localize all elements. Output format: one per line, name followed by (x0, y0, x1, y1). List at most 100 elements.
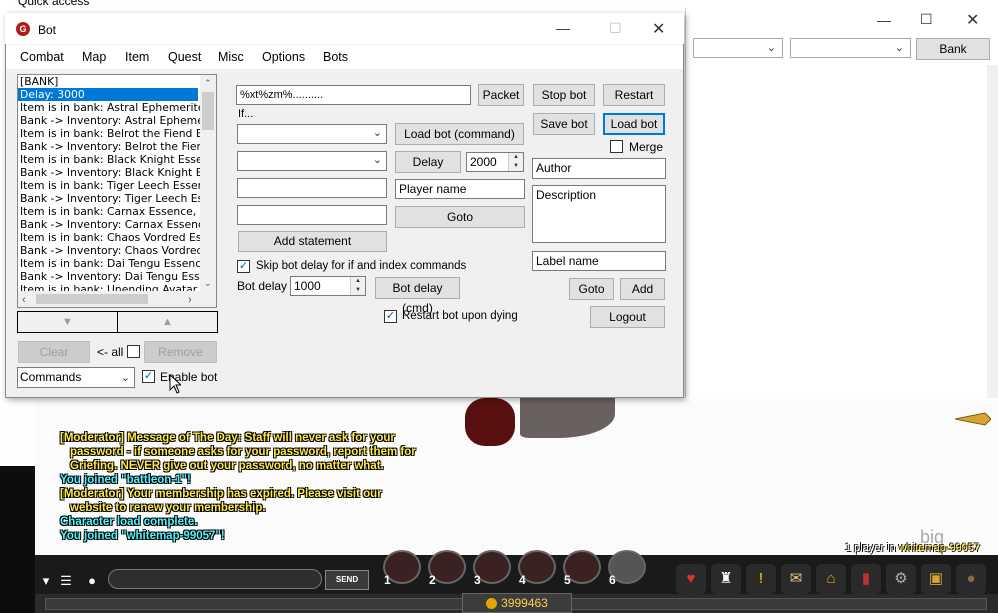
delay-spinner[interactable]: 2000 ▲ ▼ (466, 152, 524, 172)
player-name-field[interactable]: Player name (395, 179, 525, 199)
load-bot-command-button[interactable]: Load bot (command) (395, 123, 524, 145)
spin-up-icon[interactable]: ▲ (351, 277, 365, 286)
bg-maximize-icon[interactable]: ☐ (920, 11, 933, 28)
list-item[interactable]: Bank -> Inventory: Astral Ephemerite (18, 114, 216, 127)
logout-button[interactable]: Logout (590, 306, 665, 328)
add-statement-button[interactable]: Add statement (238, 231, 387, 252)
command-list[interactable]: [BANK] Delay: 3000 Item is in bank: Astr… (17, 74, 217, 308)
spinner-arrows[interactable]: ▲ ▼ (350, 277, 365, 295)
chat-line: [Moderator] Your membership has expired.… (60, 488, 382, 500)
restart-button[interactable]: Restart (603, 84, 665, 106)
bot-title-bar[interactable] (5, 13, 684, 44)
restart-dying-label[interactable]: Restart bot upon dying (402, 310, 518, 322)
skip-delay-label[interactable]: Skip bot delay for if and index commands (256, 260, 466, 272)
bg-select-2[interactable]: ⌄ (790, 38, 911, 58)
merge-label[interactable]: Merge (629, 140, 663, 154)
send-button[interactable]: SEND (325, 570, 369, 590)
load-bot-button[interactable]: Load bot (603, 113, 665, 135)
save-bot-button[interactable]: Save bot (533, 113, 595, 135)
gear-icon[interactable]: ⚙ (886, 564, 916, 594)
commands-select[interactable]: Commands ⌄ (17, 367, 135, 388)
list-item[interactable]: [BANK] (18, 75, 216, 88)
list-item[interactable]: Bank -> Inventory: Carnax Essence (18, 218, 216, 231)
menu-item[interactable]: Item (125, 50, 149, 64)
caret-down-icon[interactable]: ▾ (36, 571, 56, 591)
scroll-down-icon[interactable]: ⌄ (204, 278, 212, 289)
menu-map[interactable]: Map (82, 50, 106, 64)
list-item[interactable]: Bank -> Inventory: Tiger Leech Esse (18, 192, 216, 205)
restart-dying-checkbox[interactable]: ✓ (384, 310, 397, 323)
minimize-icon[interactable]: — (556, 20, 570, 36)
scroll-left-icon[interactable]: ‹ (22, 294, 26, 306)
move-up-button[interactable]: ▲ (117, 311, 218, 333)
merge-checkbox[interactable] (610, 140, 623, 153)
bank-button[interactable]: Bank (916, 38, 990, 60)
spin-down-icon[interactable]: ▼ (351, 286, 365, 295)
statement-arg-2[interactable] (237, 205, 387, 225)
packet-input[interactable]: %xt%zm%.......... (236, 85, 471, 105)
list-item[interactable]: Item is in bank: Tiger Leech Essence (18, 179, 216, 192)
list-item[interactable]: Bank -> Inventory: Chaos Vordred (18, 244, 216, 257)
list-item[interactable]: Item is in bank: Dai Tengu Essence, (18, 257, 216, 270)
bot-delay-spinner[interactable]: 1000 ▲ ▼ (290, 276, 366, 296)
quick-access-label[interactable]: Quick access (18, 0, 89, 8)
menu-bots[interactable]: Bots (323, 50, 348, 64)
goto-label-button[interactable]: Goto (569, 278, 614, 300)
scroll-right-icon[interactable]: › (188, 294, 192, 306)
list-item[interactable]: Item is in bank: Chaos Vordred Esse (18, 231, 216, 244)
list-item-selected[interactable]: Delay: 3000 (18, 88, 198, 101)
list-scroll-thumb[interactable] (202, 92, 214, 130)
bg-close-icon[interactable]: ✕ (966, 10, 979, 30)
author-field[interactable]: Author (532, 158, 666, 179)
bg-minimize-icon[interactable]: — (877, 12, 891, 28)
list-item[interactable]: Item is in bank: Astral Ephemerite Es (18, 101, 216, 114)
bag-icon[interactable]: ● (956, 564, 986, 594)
add-label-button[interactable]: Add (620, 278, 665, 300)
menu-quest[interactable]: Quest (168, 50, 201, 64)
house-icon[interactable]: ⌂ (816, 564, 846, 594)
chevron-down-icon: ⌄ (372, 127, 382, 139)
enable-bot-checkbox[interactable]: ✓ (142, 370, 155, 383)
book-icon[interactable]: ▮ (851, 564, 881, 594)
statement-select[interactable]: ⌄ (237, 151, 387, 171)
next-area-arrow-icon[interactable] (955, 412, 991, 426)
spin-up-icon[interactable]: ▲ (509, 153, 523, 162)
menu-combat[interactable]: Combat (20, 50, 64, 64)
armor-icon[interactable]: ♜ (711, 564, 741, 594)
list-item[interactable]: Bank -> Inventory: Black Knight Ess (18, 166, 216, 179)
move-down-button[interactable]: ▼ (17, 311, 118, 333)
label-name-field[interactable]: Label name (532, 251, 666, 271)
list-item[interactable]: Item is in bank: Carnax Essence, * (18, 205, 216, 218)
spinner-arrows[interactable]: ▲ ▼ (508, 153, 523, 171)
scroll-up-icon[interactable]: ⌃ (204, 78, 212, 89)
skip-delay-checkbox[interactable]: ✓ (237, 260, 250, 273)
quest-alert-icon[interactable]: ! (746, 564, 776, 594)
bg-select-1[interactable]: ⌄ (693, 38, 783, 58)
if-condition-select[interactable]: ⌄ (237, 124, 387, 144)
delay-button[interactable]: Delay (395, 151, 461, 173)
chest-icon[interactable]: ▣ (921, 564, 951, 594)
menu-icon[interactable]: ☰ (56, 571, 76, 591)
list-hscroll-thumb[interactable] (36, 294, 148, 304)
chat-bubble-icon[interactable]: ● (82, 571, 102, 591)
heart-icon[interactable]: ♥ (676, 564, 706, 594)
packet-button[interactable]: Packet (478, 84, 524, 106)
scroll-icon[interactable]: ✉ (781, 564, 811, 594)
list-item[interactable]: Bank -> Inventory: Dai Tengu Esser (18, 270, 216, 283)
bot-delay-cmd-button[interactable]: Bot delay (cmd) (375, 277, 460, 315)
stop-bot-button[interactable]: Stop bot (533, 84, 595, 106)
chat-input[interactable] (108, 569, 322, 589)
remove-button[interactable]: Remove (144, 341, 217, 363)
list-item[interactable]: Item is in bank: Belrot the Fiend Ess (18, 127, 216, 140)
clear-button[interactable]: Clear (18, 341, 90, 363)
clear-all-checkbox[interactable] (127, 345, 140, 358)
list-item[interactable]: Item is in bank: Black Knight Essen (18, 153, 216, 166)
description-field[interactable]: Description (532, 185, 666, 243)
list-item[interactable]: Bank -> Inventory: Belrot the Fiend (18, 140, 216, 153)
menu-misc[interactable]: Misc (218, 50, 244, 64)
statement-arg-1[interactable] (237, 178, 387, 198)
goto-player-button[interactable]: Goto (395, 206, 525, 228)
spin-down-icon[interactable]: ▼ (509, 162, 523, 171)
close-icon[interactable]: ✕ (652, 19, 665, 39)
menu-options[interactable]: Options (262, 50, 305, 64)
